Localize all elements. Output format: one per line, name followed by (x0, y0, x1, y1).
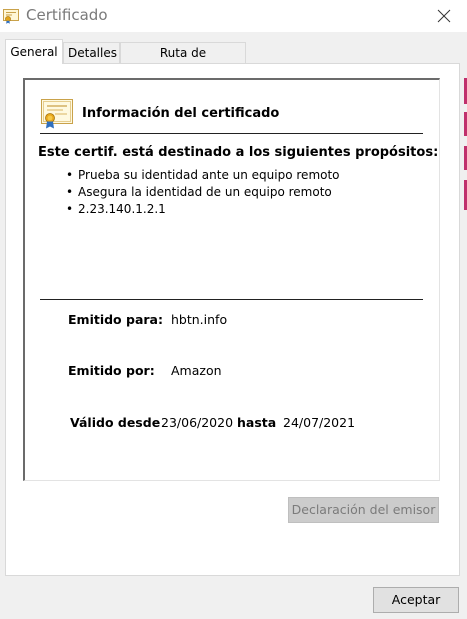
valid-to-label: hasta (237, 415, 277, 430)
title-bar: Certificado (0, 0, 467, 32)
close-button[interactable] (421, 0, 467, 32)
divider (40, 133, 423, 134)
close-icon (437, 9, 451, 23)
tab-general[interactable]: General (5, 39, 63, 64)
list-item: • Prueba su identidad ante un equipo remo… (66, 168, 340, 182)
certificate-icon (3, 9, 19, 24)
issued-to-value: hbtn.info (171, 312, 228, 327)
issued-by-value: Amazon (171, 363, 222, 378)
valid-to-value: 24/07/2021 (283, 415, 356, 430)
issued-by-label: Emitido por: (68, 363, 155, 378)
tab-certification-path[interactable]: Ruta de certificación (120, 42, 246, 81)
purposes-heading: Este certif. está destinado a los siguie… (38, 145, 439, 160)
valid-from-value: 23/06/2020 (161, 415, 234, 430)
valid-from-label: Válido desde (70, 415, 161, 430)
window-title: Certificado (26, 6, 108, 24)
purpose-text: Prueba su identidad ante un equipo remot… (78, 168, 340, 182)
list-item: • Asegura la identidad de un equipo remot… (66, 185, 332, 199)
issuer-statement-button[interactable]: Declaración del emisor (288, 497, 439, 523)
certificate-icon (41, 99, 73, 129)
purpose-text: 2.23.140.1.2.1 (78, 202, 166, 216)
issued-to-label: Emitido para: (68, 312, 163, 327)
divider (40, 299, 423, 300)
certificate-info-heading: Información del certificado (82, 106, 280, 121)
list-item: • 2.23.140.1.2.1 (66, 202, 166, 216)
tab-details[interactable]: Detalles (63, 42, 120, 63)
purpose-text: Asegura la identidad de un equipo remoto (78, 185, 332, 199)
accept-button[interactable]: Aceptar (373, 587, 459, 613)
purposes-list: • Prueba su identidad ante un equipo remo… (66, 167, 340, 218)
